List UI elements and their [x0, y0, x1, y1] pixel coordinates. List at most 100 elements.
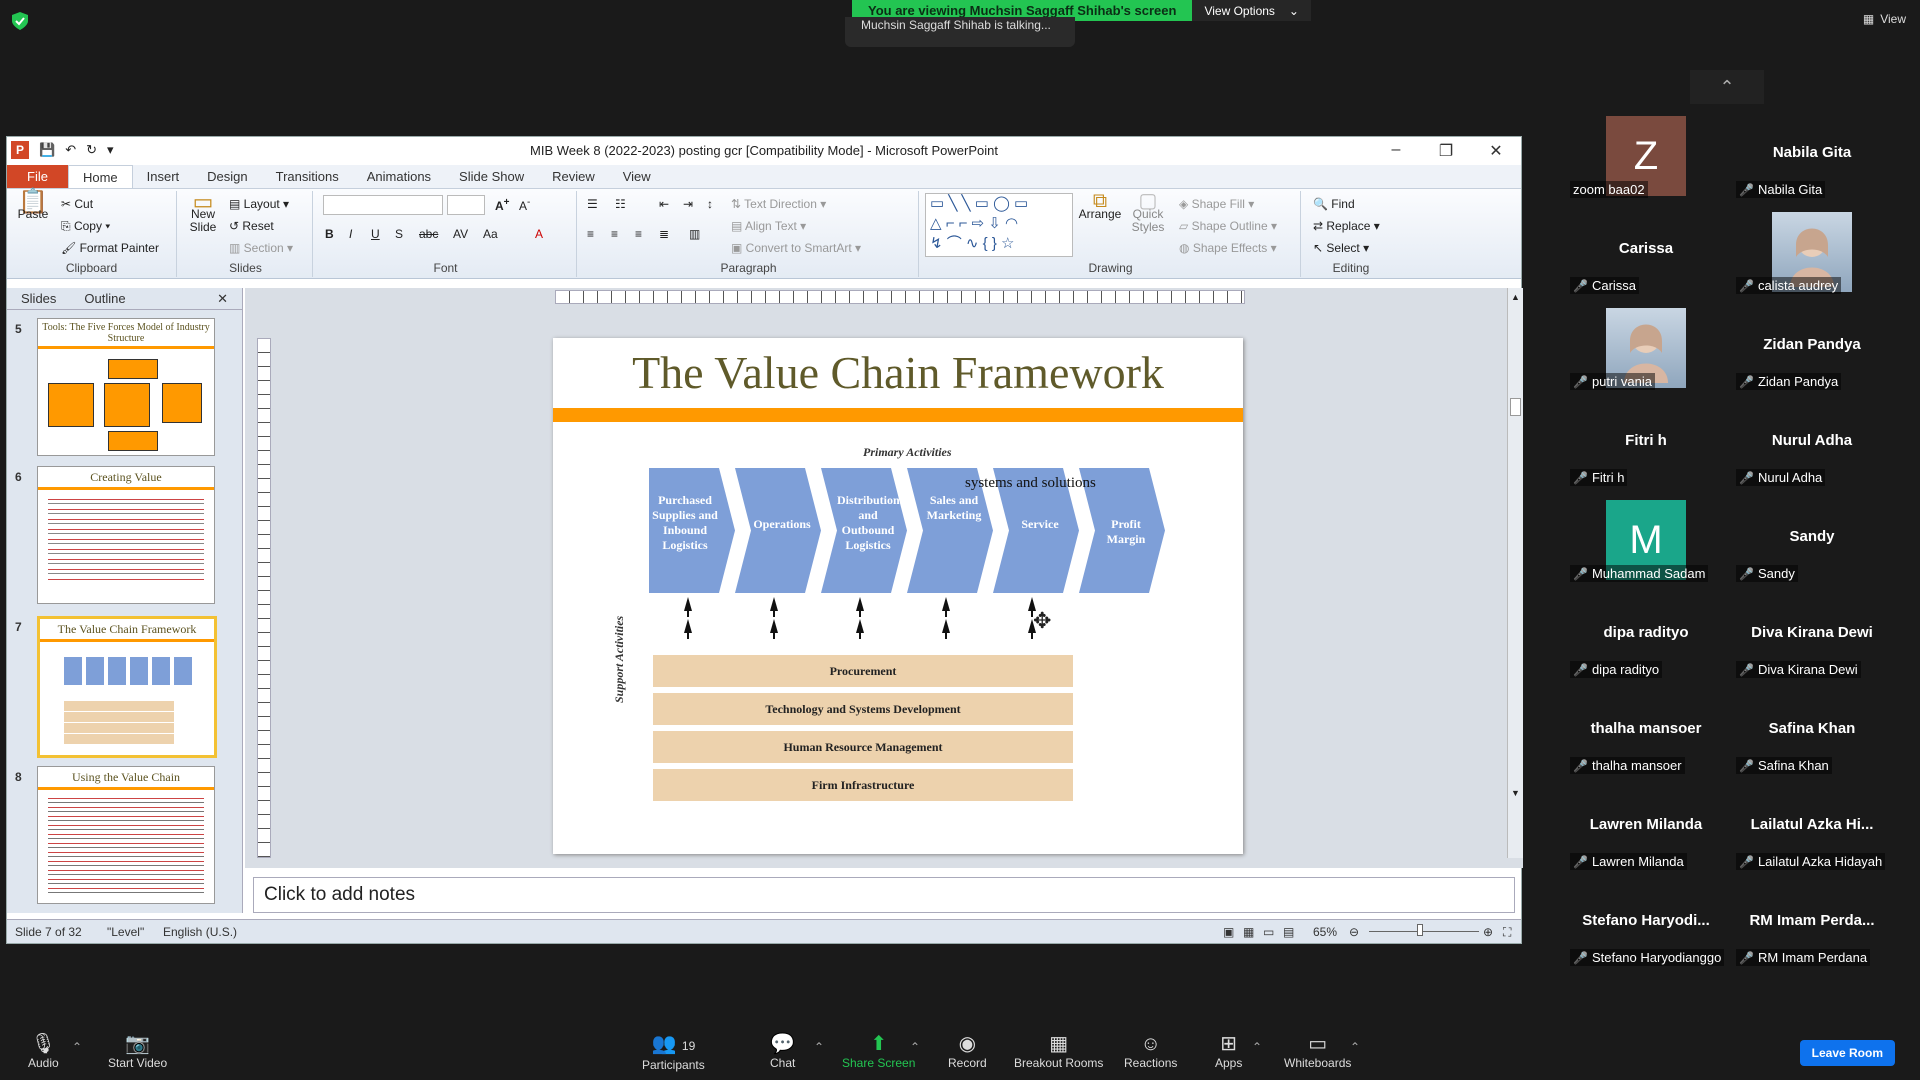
support-activity-row[interactable]: Procurement	[653, 654, 1073, 687]
section-button[interactable]: ▥ Section ▾	[229, 241, 293, 255]
participant-tile[interactable]: dipa radityo 🎤 dipa radityo	[1566, 592, 1726, 680]
tab-outline[interactable]: Outline	[70, 288, 139, 309]
quick-styles-button[interactable]: ▢ Quick Styles	[1125, 191, 1171, 234]
slide-title[interactable]: The Value Chain Framework	[553, 346, 1243, 399]
record-button[interactable]: ◉ Record	[948, 1032, 987, 1070]
zoom-level[interactable]: 65%	[1313, 925, 1337, 939]
participant-tile[interactable]: Lawren Milanda 🎤 Lawren Milanda	[1566, 784, 1726, 872]
language[interactable]: English (U.S.)	[163, 925, 237, 939]
align-center-icon[interactable]: ≡	[611, 227, 618, 241]
text-direction-button[interactable]: ⇅ Text Direction ▾	[731, 197, 826, 211]
arrange-button[interactable]: ⧉ Arrange	[1077, 191, 1123, 221]
vertical-scrollbar[interactable]: ▲ ▼	[1507, 288, 1523, 858]
align-text-button[interactable]: ▤ Align Text ▾	[731, 219, 806, 233]
numbering-icon[interactable]: ☷	[615, 197, 626, 211]
convert-smartart-button[interactable]: ▣ Convert to SmartArt ▾	[731, 241, 861, 255]
share-screen-button[interactable]: ⬆ Share Screen	[842, 1032, 915, 1070]
tab-slides[interactable]: Slides	[7, 288, 71, 309]
tab-view[interactable]: View	[609, 165, 665, 188]
columns-icon[interactable]: ▥	[689, 227, 700, 241]
participants-button[interactable]: 👥 19 Participants	[642, 1032, 705, 1072]
reactions-button[interactable]: ☺ Reactions	[1124, 1032, 1177, 1070]
zoom-in-icon[interactable]: ⊕	[1483, 925, 1493, 939]
align-right-icon[interactable]: ≡	[635, 227, 642, 241]
chat-options-chevron[interactable]: ⌃	[814, 1040, 824, 1054]
zoom-slider[interactable]	[1369, 931, 1479, 932]
close-icon[interactable]: ✕	[1481, 141, 1511, 161]
font-size-select[interactable]	[447, 195, 485, 215]
audio-options-chevron[interactable]: ⌃	[72, 1040, 82, 1054]
whiteboards-button[interactable]: ▭ Whiteboards	[1284, 1032, 1351, 1070]
font-name-select[interactable]	[323, 195, 443, 215]
tab-insert[interactable]: Insert	[133, 165, 194, 188]
paste-button[interactable]: 📋 Paste	[13, 190, 53, 221]
notes-pane[interactable]: Click to add notes	[253, 877, 1515, 913]
overlay-text[interactable]: systems and solutions	[965, 475, 1096, 492]
reading-view-icon[interactable]: ▭	[1263, 925, 1274, 939]
collapse-gallery-button[interactable]: ⌃	[1690, 70, 1764, 104]
participant-tile[interactable]: Carissa 🎤 Carissa	[1566, 208, 1726, 296]
shape-effects-button[interactable]: ◍ Shape Effects ▾	[1179, 241, 1277, 255]
bullets-icon[interactable]: ☰	[587, 197, 598, 211]
participant-tile[interactable]: thalha mansoer 🎤 thalha mansoer	[1566, 688, 1726, 776]
italic-icon[interactable]: I	[349, 227, 352, 241]
participant-tile[interactable]: Stefano Haryodi... 🎤 Stefano Haryodianggo	[1566, 880, 1726, 968]
cut-button[interactable]: ✂ Cut	[61, 197, 93, 211]
participant-tile[interactable]: 🎤 calista audrey	[1732, 208, 1892, 296]
tab-slide-show[interactable]: Slide Show	[445, 165, 538, 188]
change-case-icon[interactable]: Aa	[483, 227, 498, 241]
minimize-icon[interactable]: –	[1381, 141, 1411, 159]
zoom-out-icon[interactable]: ⊖	[1349, 925, 1359, 939]
reset-button[interactable]: ↺ Reset	[229, 219, 274, 233]
restore-icon[interactable]: ❐	[1431, 141, 1461, 161]
shrink-font-icon[interactable]: A-	[519, 197, 530, 213]
chat-button[interactable]: 💬 Chat	[770, 1032, 795, 1070]
zoom-slider-thumb[interactable]	[1417, 924, 1423, 936]
participant-tile[interactable]: RM Imam Perda... 🎤 RM Imam Perdana	[1732, 880, 1892, 968]
fit-to-window-icon[interactable]: ⛶	[1503, 925, 1511, 940]
support-activity-row[interactable]: Human Resource Management	[653, 730, 1073, 763]
participant-tile[interactable]: Sandy 🎤 Sandy	[1732, 496, 1892, 584]
security-shield-icon[interactable]	[12, 12, 28, 30]
tab-file[interactable]: File	[7, 165, 68, 188]
leave-room-button[interactable]: Leave Room	[1799, 1040, 1895, 1066]
layout-button[interactable]: ▤ Layout ▾	[229, 197, 289, 211]
start-video-button[interactable]: 📷 Start Video	[108, 1032, 167, 1070]
strikethrough-icon[interactable]: abc	[419, 227, 438, 241]
underline-icon[interactable]: U	[371, 227, 380, 241]
tab-home[interactable]: Home	[67, 165, 133, 188]
tab-design[interactable]: Design	[193, 165, 261, 188]
participant-tile[interactable]: 🎤 putri vania	[1566, 304, 1726, 392]
scroll-down-icon[interactable]: ▼	[1511, 788, 1520, 798]
view-button[interactable]: ▦ View	[1863, 12, 1906, 26]
find-button[interactable]: 🔍 Find	[1313, 197, 1355, 211]
support-activity-row[interactable]: Firm Infrastructure	[653, 768, 1073, 801]
scroll-thumb[interactable]	[1510, 398, 1521, 416]
scroll-up-icon[interactable]: ▲	[1511, 292, 1520, 302]
whiteboards-options-chevron[interactable]: ⌃	[1350, 1040, 1360, 1054]
breakout-rooms-button[interactable]: ▦ Breakout Rooms	[1014, 1032, 1103, 1070]
current-slide[interactable]: The Value Chain Framework Primary Activi…	[553, 338, 1243, 854]
participant-tile[interactable]: Zzoom baa02	[1566, 112, 1726, 200]
decrease-indent-icon[interactable]: ⇤	[659, 197, 669, 211]
slide-sorter-icon[interactable]: ▦	[1243, 925, 1254, 939]
participant-tile[interactable]: Fitri h 🎤 Fitri h	[1566, 400, 1726, 488]
tab-review[interactable]: Review	[538, 165, 609, 188]
apps-options-chevron[interactable]: ⌃	[1252, 1040, 1262, 1054]
participant-tile[interactable]: Zidan Pandya 🎤 Zidan Pandya	[1732, 304, 1892, 392]
tab-transitions[interactable]: Transitions	[262, 165, 353, 188]
slideshow-icon[interactable]: ▤	[1283, 925, 1294, 939]
new-slide-button[interactable]: ▭ New Slide	[183, 191, 223, 234]
format-painter-button[interactable]: 🖌 Format Painter	[61, 241, 159, 255]
font-color-icon[interactable]: A	[535, 227, 543, 241]
grow-font-icon[interactable]: A+	[495, 197, 510, 213]
close-pane-icon[interactable]: ✕	[203, 288, 242, 309]
char-spacing-icon[interactable]: AV	[453, 227, 468, 241]
share-options-chevron[interactable]: ⌃	[910, 1040, 920, 1054]
tab-animations[interactable]: Animations	[353, 165, 445, 188]
shapes-gallery[interactable]: ▭ ╲ ╲ ▭ ◯ ▭ △ ⌐ ⌐ ⇨ ⇩ ◠ ↯ ⌒ ∿ { } ☆	[925, 193, 1073, 257]
participant-tile[interactable]: Safina Khan 🎤 Safina Khan	[1732, 688, 1892, 776]
shape-outline-button[interactable]: ▱ Shape Outline ▾	[1179, 219, 1277, 233]
shape-fill-button[interactable]: ◈ Shape Fill ▾	[1179, 197, 1254, 211]
audio-button[interactable]: 🎙 Audio	[28, 1032, 59, 1070]
